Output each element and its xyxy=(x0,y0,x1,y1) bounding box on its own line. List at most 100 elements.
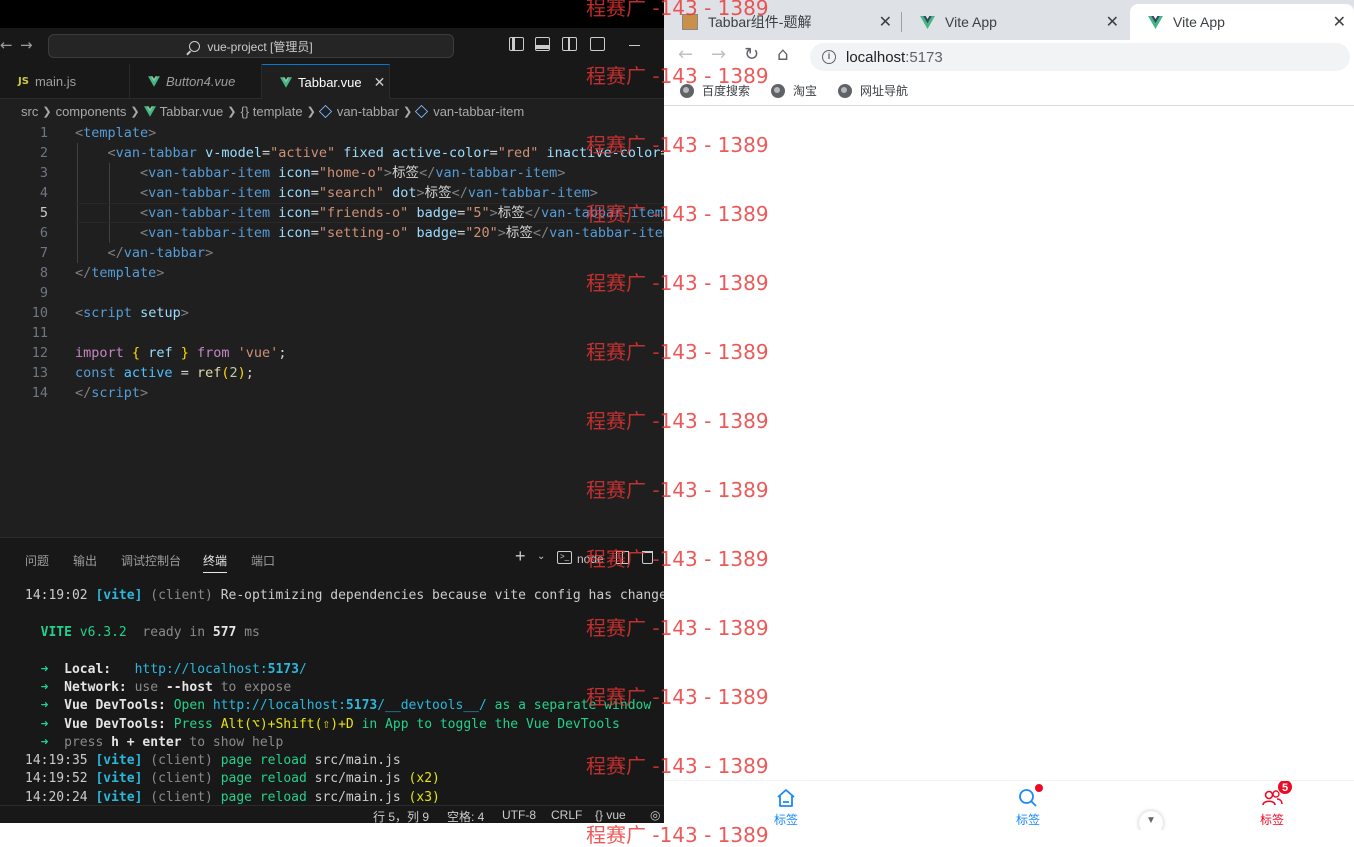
chevron-right-icon: ❯ xyxy=(130,105,140,118)
watermark-text: 程赛广 -143 - 1389 xyxy=(586,0,769,20)
globe-icon xyxy=(771,83,785,98)
indentation[interactable]: 空格: 4 xyxy=(447,808,484,823)
customize-layout-icon[interactable] xyxy=(590,37,605,51)
code-line-2: 2 <van-tabbar v-model="active" fixed act… xyxy=(0,143,664,163)
watermark-text: 程赛广 -143 - 1389 xyxy=(586,823,769,847)
chevron-right-icon: ❯ xyxy=(306,105,316,118)
code-line-13: 13 const active = ref(2); xyxy=(0,363,664,383)
breadcrumb-item[interactable]: components xyxy=(56,104,127,119)
panel-tab-debug-console[interactable]: 调试控制台 xyxy=(121,552,181,569)
close-icon[interactable]: ✕ xyxy=(374,74,386,91)
toggle-panel-icon[interactable] xyxy=(535,37,550,51)
line-number: 11 xyxy=(31,325,48,341)
encoding[interactable]: UTF-8 xyxy=(502,808,536,822)
top-black-strip xyxy=(0,0,664,28)
chevron-down-icon[interactable]: ⌄ xyxy=(537,551,545,562)
close-icon[interactable]: ✕ xyxy=(879,12,892,32)
vue-icon xyxy=(143,105,156,117)
forward-arrow-icon[interactable]: → xyxy=(20,36,33,54)
terminal-line: 14:19:35 [vite] (client) page reload src… xyxy=(25,753,401,768)
code-line-9: 9 xyxy=(0,283,664,303)
breadcrumb-item[interactable]: van-tabbar xyxy=(337,104,399,119)
terminal-line: ➜ Network: use --host to expose xyxy=(40,680,292,695)
panel-tab-problems[interactable]: 问题 xyxy=(25,552,49,569)
code-line-6: 6 <van-tabbar-item icon="setting-o" badg… xyxy=(0,223,664,243)
code-line-12: 12 import { ref } from 'vue'; xyxy=(0,343,664,363)
cursor-position[interactable]: 行 5，列 9 xyxy=(373,808,429,823)
breadcrumb-item[interactable]: van-tabbar-item xyxy=(433,104,524,119)
watermark-text: 程赛广 -143 - 1389 xyxy=(586,478,769,502)
line-number: 13 xyxy=(31,365,48,381)
close-icon[interactable]: ✕ xyxy=(1106,12,1119,32)
code-line-5: 5 <van-tabbar-item icon="friends-o" badg… xyxy=(0,203,664,223)
close-icon[interactable]: ✕ xyxy=(1333,12,1346,32)
breadcrumb-item[interactable]: src xyxy=(21,104,38,119)
bookmark-nav[interactable]: 网址导航 xyxy=(838,82,908,99)
command-center-label: vue-project [管理员] xyxy=(207,39,313,54)
chevron-right-icon: ❯ xyxy=(402,105,413,118)
line-number: 6 xyxy=(39,225,48,241)
browser-tab-vite-app-1[interactable]: Vite App ✕ xyxy=(902,4,1127,40)
watermark-text: 程赛广 -143 - 1389 xyxy=(586,133,769,157)
line-number: 12 xyxy=(31,345,48,361)
home-icon[interactable]: ⌂ xyxy=(777,44,788,65)
vue-icon xyxy=(148,76,160,87)
line-number: 7 xyxy=(39,245,48,261)
new-terminal-icon[interactable]: + xyxy=(515,546,526,567)
toggle-sidebar-icon[interactable] xyxy=(509,37,524,51)
vscode-window: ← → vue-project [管理员] JS main.js Button4… xyxy=(0,0,664,823)
terminal-line: ➜ Vue DevTools: Open http://localhost:51… xyxy=(40,698,652,713)
terminal-line: ➜ Local: http://localhost:5173/ xyxy=(40,662,307,677)
watermark-text: 程赛广 -143 - 1389 xyxy=(586,64,769,88)
address-host: localhost xyxy=(846,48,906,66)
terminal-line: VITE v6.3.2 ready in 577 ms xyxy=(40,625,260,640)
tab-label: Tabbar.vue xyxy=(298,74,362,90)
bottom-panel: 问题 输出 调试控制台 终端 端口 + ⌄ >_ node 14:19:02 [… xyxy=(0,537,664,805)
browser-tab-label: Vite App xyxy=(1173,14,1225,30)
panel-tab-ports[interactable]: 端口 xyxy=(251,552,275,569)
code-line-10: 10 <script setup> xyxy=(0,303,664,323)
watermark-text: 程赛广 -143 - 1389 xyxy=(586,271,769,295)
breadcrumb-item[interactable]: Tabbar.vue xyxy=(160,104,224,119)
watermark-text: 程赛广 -143 - 1389 xyxy=(586,685,769,709)
code-line-4: 4 <van-tabbar-item icon="search" dot>标签<… xyxy=(0,183,664,203)
tabbar-label: 标签 xyxy=(1015,813,1040,827)
symbol-element-icon xyxy=(415,104,429,118)
line-ending[interactable]: CRLF xyxy=(551,808,582,822)
vue-favicon-icon xyxy=(920,15,935,29)
panel-tab-terminal[interactable]: 终端 xyxy=(203,552,228,573)
vue-devtools-toggle-icon[interactable]: ▼ xyxy=(1139,811,1163,830)
code-line-8: 8 </template> xyxy=(0,263,664,283)
line-number: 8 xyxy=(39,265,48,281)
minimize-icon[interactable] xyxy=(629,45,640,46)
breadcrumb-item[interactable]: {} template xyxy=(240,104,302,119)
command-center-search[interactable]: vue-project [管理员] xyxy=(48,34,454,58)
tab-tabbar-vue[interactable]: Tabbar.vue ✕ xyxy=(262,64,390,99)
back-arrow-icon[interactable]: ← xyxy=(0,36,13,54)
bookmark-taobao[interactable]: 淘宝 xyxy=(771,82,817,99)
watermark-text: 程赛广 -143 - 1389 xyxy=(586,409,769,433)
tab-button4-vue[interactable]: Button4.vue xyxy=(130,64,262,99)
browser-tab-label: Vite App xyxy=(945,14,997,30)
status-bar: 行 5，列 9 空格: 4 UTF-8 CRLF {} vue ◎ xyxy=(0,805,664,823)
terminal-line: ➜ press h + enter to show help xyxy=(40,735,284,750)
bookmark-label: 淘宝 xyxy=(793,84,818,98)
toggle-secondary-sidebar-icon[interactable] xyxy=(562,37,577,51)
tab-main-js[interactable]: JS main.js xyxy=(0,64,130,99)
panel-tab-output[interactable]: 输出 xyxy=(73,552,97,569)
address-bar[interactable]: i localhost:5173 xyxy=(810,43,1350,71)
site-info-icon[interactable]: i xyxy=(822,50,836,64)
watermark-text: 程赛广 -143 - 1389 xyxy=(586,202,769,226)
browser-tab-vite-app-2[interactable]: Vite App ✕ xyxy=(1130,4,1354,40)
line-number: 10 xyxy=(31,305,48,321)
symbol-element-icon xyxy=(318,104,332,118)
line-number: 2 xyxy=(39,145,48,161)
chevron-right-icon: ❯ xyxy=(42,105,52,118)
code-line-1: 1 <template> xyxy=(0,123,664,143)
watermark-text: 程赛广 -143 - 1389 xyxy=(586,616,769,640)
tabbar-item-friends[interactable]: 5 标签 xyxy=(1242,781,1302,830)
home-icon xyxy=(775,787,797,809)
tabbar-item-search[interactable]: 标签 xyxy=(998,784,1058,830)
code-editor[interactable]: 1 <template> 2 <van-tabbar v-model="activ… xyxy=(0,123,664,531)
line-number: 4 xyxy=(39,185,48,201)
